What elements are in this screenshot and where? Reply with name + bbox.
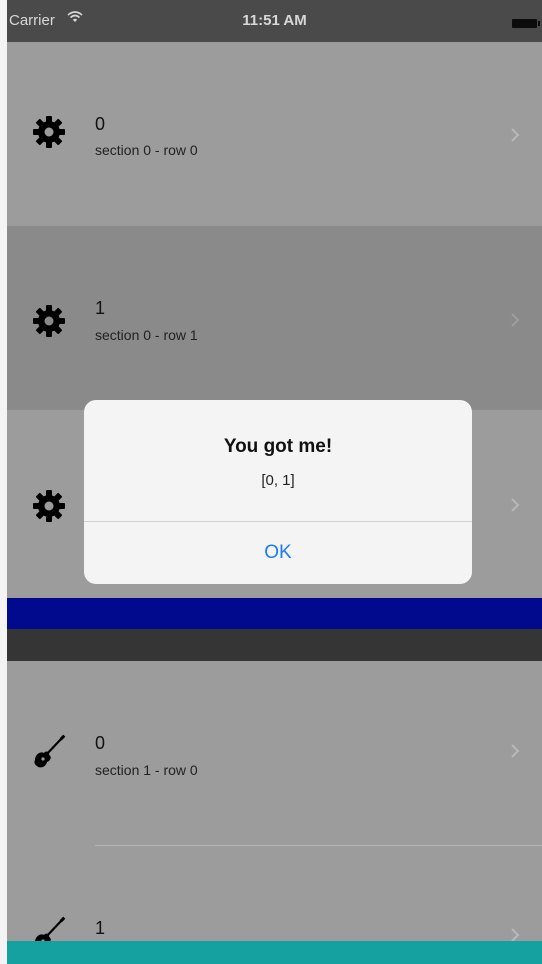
row-title: 0	[95, 733, 106, 753]
ok-button[interactable]: OK	[84, 522, 472, 584]
screen: Carrier 11:51 AM 0 section 0 - row 0 1 s…	[7, 0, 542, 964]
table-row[interactable]: 0 section 0 - row 0	[7, 42, 542, 226]
guitar-icon	[34, 734, 66, 768]
alert-title: You got me!	[223, 436, 333, 457]
gear-icon	[33, 490, 65, 522]
gear-icon	[33, 305, 65, 337]
status-time: 11:51 AM	[242, 12, 307, 29]
section-header	[7, 629, 542, 661]
status-bar: Carrier 11:51 AM	[7, 0, 542, 42]
chevron-right-icon	[511, 128, 520, 142]
battery-icon	[512, 19, 540, 28]
alert-message: [0, 1]	[261, 472, 295, 489]
table-row[interactable]: 1 section 0 - row 1	[7, 226, 542, 410]
chevron-right-icon	[511, 744, 520, 758]
gear-icon	[33, 116, 65, 148]
row-subtitle: section 1 - row 0	[95, 762, 198, 778]
row-title: 1	[95, 918, 106, 938]
row-subtitle: section 0 - row 1	[95, 327, 198, 343]
chevron-right-icon	[511, 498, 520, 512]
blue-bar	[7, 598, 542, 629]
table-row[interactable]: 0 section 1 - row 0	[7, 661, 542, 845]
row-subtitle: section 0 - row 0	[95, 142, 198, 158]
row-title: 1	[95, 298, 106, 318]
teal-bar	[7, 941, 542, 964]
row-title: 0	[95, 114, 106, 134]
chevron-right-icon	[511, 313, 520, 327]
alert-dialog: You got me! [0, 1] OK	[84, 400, 472, 584]
